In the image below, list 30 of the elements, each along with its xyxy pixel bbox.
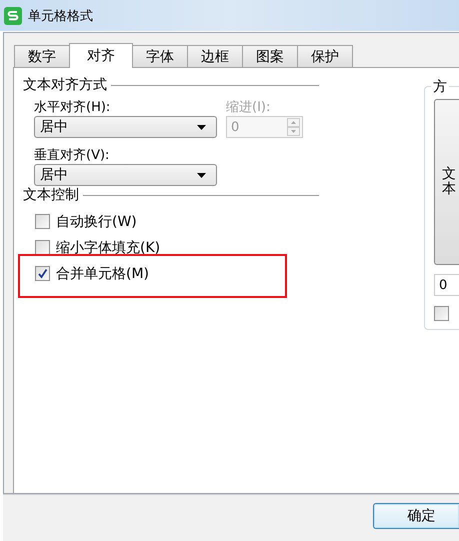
window-title: 单元格格式 (28, 8, 93, 24)
ok-button[interactable]: 确定 (373, 502, 459, 528)
dropdown[interactable]: 居中 (34, 164, 217, 186)
caret-icon (197, 124, 206, 130)
checkbox-label: 缩小字体填充(K) (56, 238, 160, 256)
checkbox[interactable] (35, 214, 50, 229)
caret-icon (197, 172, 206, 178)
group-title: 文本对齐方式 (23, 76, 107, 94)
field-label: 缩进(I): (226, 99, 272, 115)
spin-field: 0 (226, 116, 303, 138)
group-title: 方 (431, 78, 449, 96)
tab[interactable]: 字体 (132, 45, 188, 67)
app-logo-icon (4, 6, 22, 24)
checkbox-label: 合并单元格(M) (56, 264, 150, 282)
tab[interactable]: 边框 (187, 45, 243, 67)
dropdown[interactable]: 居中 (34, 116, 217, 138)
group-title: 文本控制 (23, 186, 79, 204)
vertical-text-button[interactable]: 文本 (434, 99, 459, 265)
spin-arrows-icon (287, 118, 300, 136)
field-label: 垂直对齐(V): (34, 147, 110, 163)
tab[interactable]: 对齐 (69, 43, 133, 68)
field-label: 水平对齐(H): (34, 99, 112, 115)
checkbox[interactable] (35, 266, 50, 281)
checkbox[interactable] (35, 240, 50, 255)
degrees-field[interactable]: 0 (434, 274, 459, 296)
checkbox-label: 自动换行(W) (56, 212, 137, 230)
tab[interactable]: 保护 (297, 45, 353, 67)
tab[interactable]: 图案 (242, 45, 298, 67)
tab[interactable]: 数字 (14, 45, 70, 67)
checkbox[interactable] (434, 306, 449, 321)
